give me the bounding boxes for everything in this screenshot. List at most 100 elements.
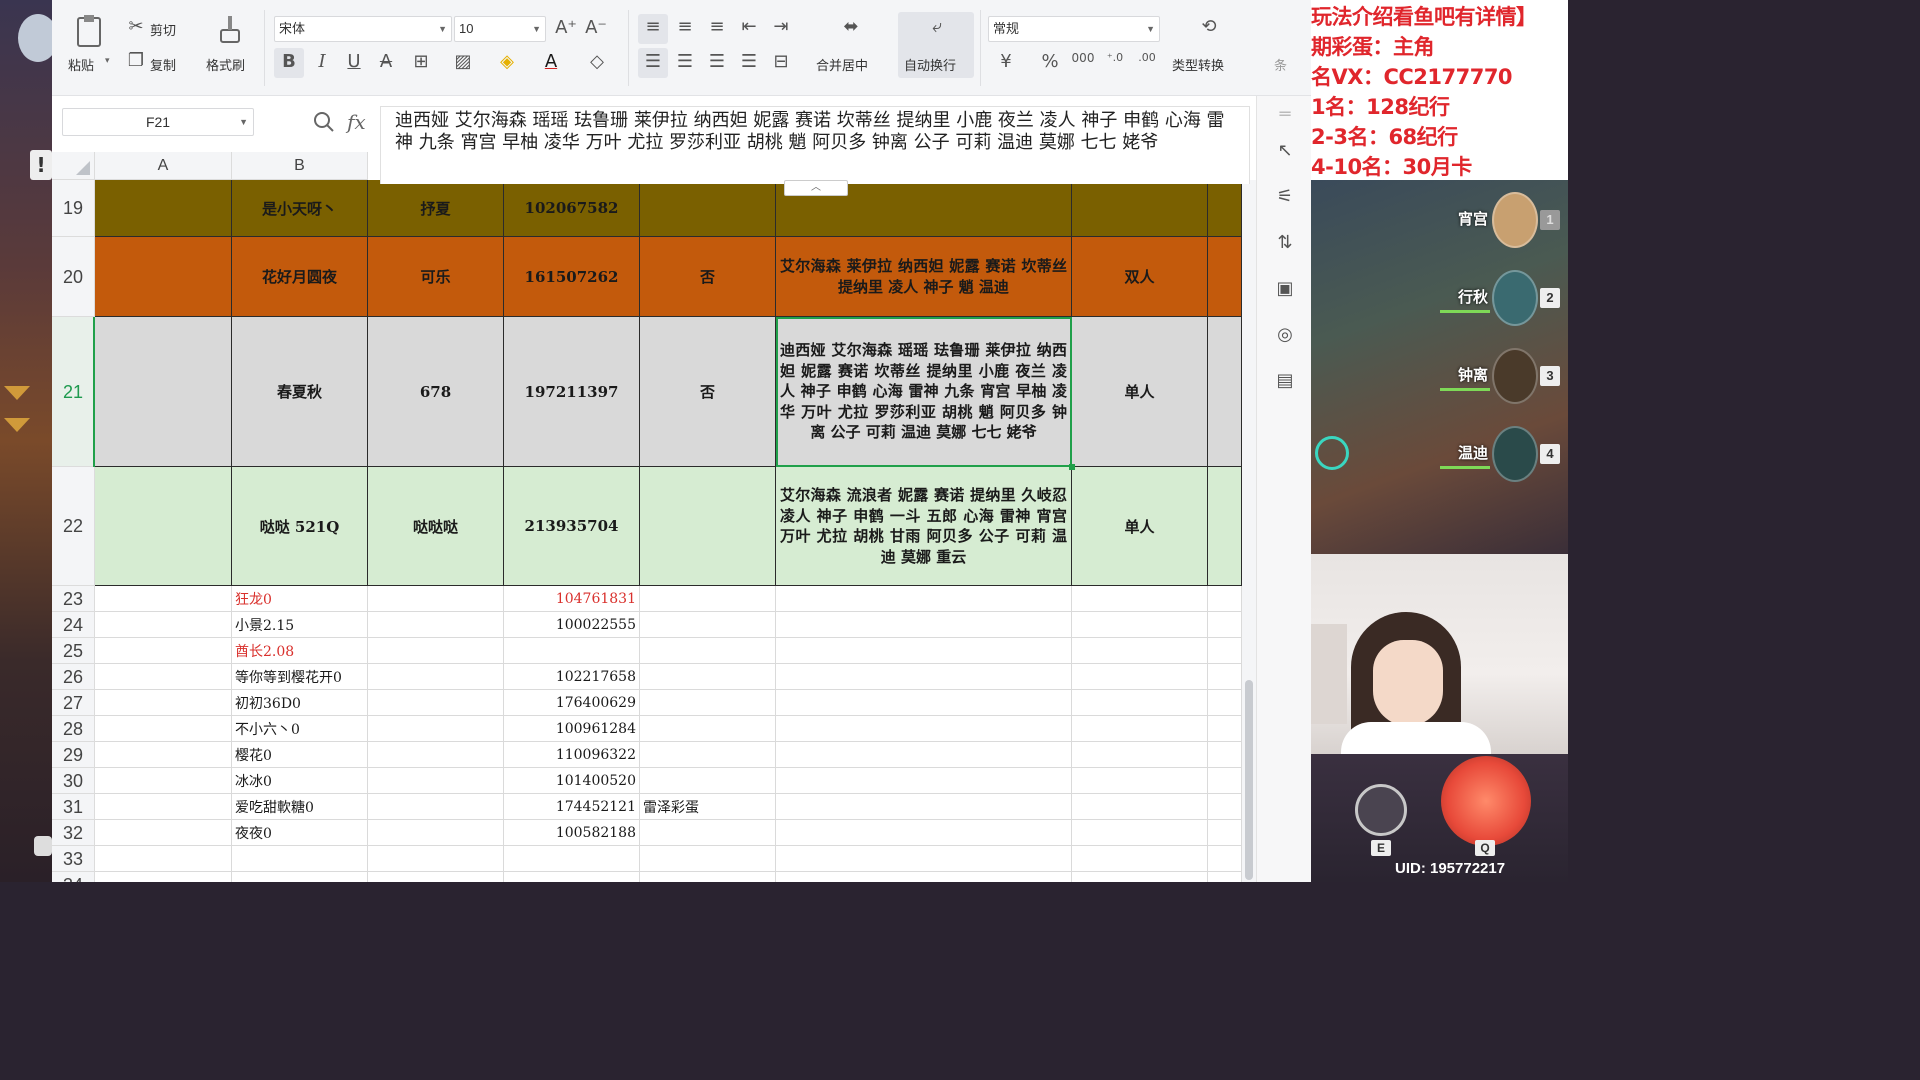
- table-cell[interactable]: [776, 716, 1072, 742]
- percent-icon[interactable]: %: [1038, 51, 1062, 72]
- table-cell[interactable]: [1208, 794, 1242, 820]
- copy-button[interactable]: 复制: [150, 55, 176, 74]
- formula-input[interactable]: 迪西娅 艾尔海森 瑶瑶 珐鲁珊 莱伊拉 纳西妲 妮露 赛诺 坎蒂丝 提纳里 小鹿…: [380, 106, 1250, 184]
- table-cell[interactable]: [776, 768, 1072, 794]
- table-cell[interactable]: [640, 612, 776, 638]
- table-cell[interactable]: 花好月圆夜: [232, 237, 368, 317]
- decrease-font-icon[interactable]: A⁻: [584, 17, 608, 38]
- table-cell[interactable]: [95, 742, 232, 768]
- table-cell[interactable]: [368, 638, 504, 664]
- table-cell[interactable]: [368, 768, 504, 794]
- table-cell[interactable]: [640, 467, 776, 586]
- table-cell[interactable]: [1208, 638, 1242, 664]
- italic-icon[interactable]: I: [310, 51, 334, 72]
- cut-button[interactable]: 剪切: [150, 20, 176, 39]
- clear-format-icon[interactable]: ◇: [582, 51, 612, 72]
- align-center-icon[interactable]: ☰: [673, 51, 697, 72]
- table-cell[interactable]: [95, 638, 232, 664]
- underline-icon[interactable]: U: [342, 51, 366, 72]
- align-right-icon[interactable]: ☰: [705, 51, 729, 72]
- table-cell[interactable]: [1208, 872, 1242, 882]
- table-cell[interactable]: [1208, 467, 1242, 586]
- row-header[interactable]: 21: [52, 317, 95, 467]
- table-cell[interactable]: [640, 820, 776, 846]
- scissors-icon[interactable]: ✂: [124, 16, 148, 37]
- table-cell[interactable]: [95, 664, 232, 690]
- search-icon[interactable]: [312, 110, 336, 134]
- align-middle-icon[interactable]: ≡: [673, 16, 697, 37]
- format-painter-icon[interactable]: [218, 14, 242, 46]
- table-cell[interactable]: [776, 742, 1072, 768]
- table-cell[interactable]: [1072, 716, 1208, 742]
- row-header[interactable]: 25: [52, 638, 95, 664]
- row-header[interactable]: 20: [52, 237, 95, 317]
- row-header[interactable]: 26: [52, 664, 95, 690]
- table-cell[interactable]: [776, 664, 1072, 690]
- row-header[interactable]: 23: [52, 586, 95, 612]
- table-cell[interactable]: 否: [640, 237, 776, 317]
- table-cell[interactable]: [776, 586, 1072, 612]
- row-header[interactable]: 29: [52, 742, 95, 768]
- table-cell[interactable]: [232, 846, 368, 872]
- compass-icon[interactable]: ◎: [1273, 324, 1297, 348]
- table-cell[interactable]: [504, 846, 640, 872]
- thousands-icon[interactable]: 000: [1070, 51, 1096, 65]
- paste-button[interactable]: 粘贴: [68, 55, 94, 74]
- table-cell[interactable]: 101400520: [504, 768, 640, 794]
- table-cell[interactable]: 哒哒 521Q: [232, 467, 368, 586]
- table-cell[interactable]: 爱吃甜軟糖0: [232, 794, 368, 820]
- table-cell[interactable]: 110096322: [504, 742, 640, 768]
- font-size-select[interactable]: 10 ▼: [454, 16, 546, 42]
- table-cell[interactable]: 197211397: [504, 317, 640, 467]
- table-cell[interactable]: [640, 742, 776, 768]
- vertical-scrollbar[interactable]: [1242, 180, 1256, 882]
- table-cell[interactable]: 哒哒哒: [368, 467, 504, 586]
- select-all-corner[interactable]: [52, 152, 95, 180]
- table-cell[interactable]: 酋长2.08: [232, 638, 368, 664]
- more-button[interactable]: 条: [1274, 55, 1287, 74]
- table-cell[interactable]: 夜夜0: [232, 820, 368, 846]
- column-header-b[interactable]: B: [232, 152, 368, 180]
- table-cell[interactable]: [776, 690, 1072, 716]
- table-cell[interactable]: [776, 820, 1072, 846]
- table-cell[interactable]: [1208, 742, 1242, 768]
- table-cell[interactable]: [640, 586, 776, 612]
- table-cell[interactable]: [1072, 180, 1208, 237]
- table-cell[interactable]: [640, 690, 776, 716]
- row-header[interactable]: 33: [52, 846, 95, 872]
- row-header[interactable]: 24: [52, 612, 95, 638]
- table-cell[interactable]: 不小六丶0: [232, 716, 368, 742]
- function-icon[interactable]: fx: [347, 110, 366, 134]
- table-cell[interactable]: 狂龙0: [232, 586, 368, 612]
- table-cell[interactable]: [368, 612, 504, 638]
- column-header-a[interactable]: A: [95, 152, 232, 180]
- table-cell[interactable]: 单人: [1072, 467, 1208, 586]
- table-cell[interactable]: 小景2.15: [232, 612, 368, 638]
- copy-icon[interactable]: ❐: [124, 50, 148, 71]
- table-cell[interactable]: [368, 586, 504, 612]
- table-cell[interactable]: [95, 237, 232, 317]
- table-cell[interactable]: [1072, 768, 1208, 794]
- distribute-icon[interactable]: ⊟: [769, 51, 793, 72]
- merge-center-button[interactable]: 合并居中: [816, 55, 868, 74]
- table-cell[interactable]: [95, 820, 232, 846]
- table-cell[interactable]: [95, 180, 232, 237]
- scrollbar-thumb[interactable]: [1245, 680, 1253, 880]
- table-cell[interactable]: [368, 742, 504, 768]
- table-cell[interactable]: [95, 612, 232, 638]
- table-cell[interactable]: 抒夏: [368, 180, 504, 237]
- fill-handle[interactable]: [1069, 464, 1075, 470]
- table-cell[interactable]: [1072, 664, 1208, 690]
- wrap-text-icon[interactable]: ⤶: [920, 16, 954, 37]
- table-cell[interactable]: 樱花0: [232, 742, 368, 768]
- table-cell[interactable]: [1072, 794, 1208, 820]
- table-cell[interactable]: [776, 872, 1072, 882]
- decrease-decimal-icon[interactable]: .00: [1134, 51, 1160, 64]
- format-painter-button[interactable]: 格式刷: [206, 55, 245, 74]
- table-cell[interactable]: [640, 664, 776, 690]
- table-cell[interactable]: [776, 638, 1072, 664]
- table-cell[interactable]: 100022555: [504, 612, 640, 638]
- sliders-icon[interactable]: ⚟: [1273, 186, 1297, 210]
- table-cell[interactable]: [1072, 638, 1208, 664]
- table-cell[interactable]: [504, 638, 640, 664]
